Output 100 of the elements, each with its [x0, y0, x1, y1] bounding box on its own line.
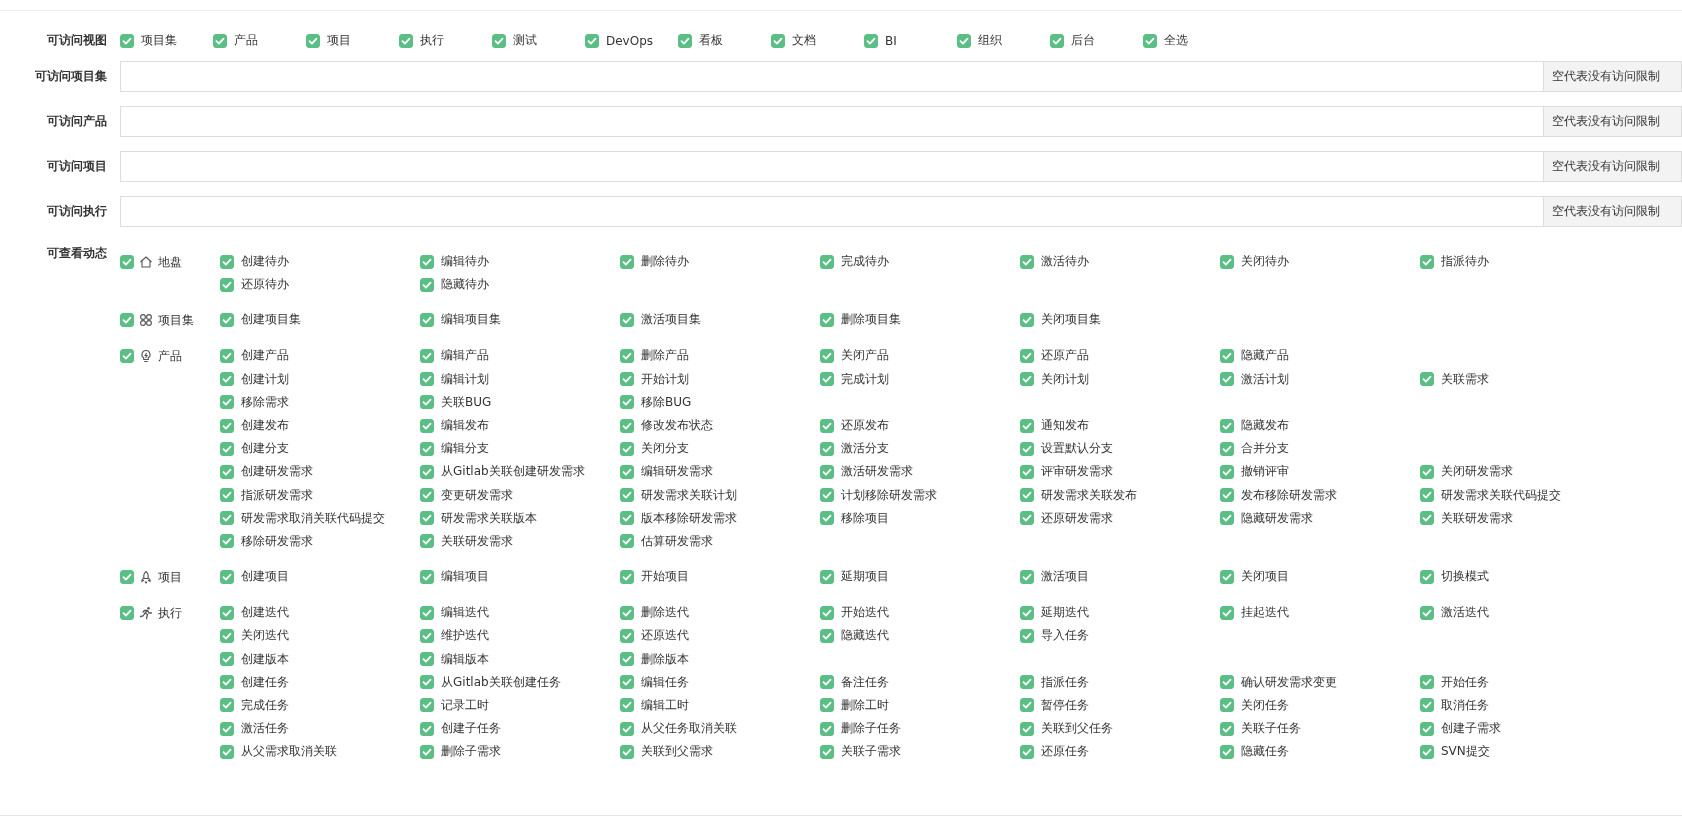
checkbox[interactable] [1020, 675, 1034, 690]
action-checkbox[interactable]: 激活项目集 [620, 311, 820, 329]
action-checkbox[interactable]: 编辑项目 [420, 568, 620, 586]
action-checkbox[interactable]: 开始项目 [620, 568, 820, 586]
action-checkbox[interactable]: 维护迭代 [420, 627, 620, 645]
checkbox[interactable] [220, 372, 234, 387]
action-checkbox[interactable]: 还原迭代 [620, 627, 820, 645]
action-checkbox[interactable]: 发布移除研发需求 [1220, 486, 1420, 504]
action-checkbox[interactable]: 移除BUG [620, 393, 820, 411]
action-checkbox[interactable]: 创建发布 [220, 417, 420, 435]
action-checkbox[interactable]: 隐藏任务 [1220, 743, 1420, 761]
input-field[interactable] [120, 196, 1543, 227]
checkbox[interactable] [820, 372, 834, 387]
checkbox[interactable] [1220, 348, 1234, 363]
action-checkbox[interactable]: 编辑研发需求 [620, 463, 820, 481]
action-checkbox[interactable]: 创建待办 [220, 253, 420, 271]
view-checkbox[interactable]: 测试 [492, 32, 585, 49]
checkbox[interactable] [820, 744, 834, 759]
checkbox[interactable] [220, 511, 234, 526]
checkbox[interactable] [1220, 418, 1234, 433]
checkbox[interactable] [1220, 254, 1234, 269]
action-checkbox[interactable]: 研发需求关联发布 [1020, 486, 1220, 504]
checkbox[interactable] [420, 652, 434, 667]
checkbox[interactable] [1220, 721, 1234, 736]
checkbox[interactable] [1220, 744, 1234, 759]
checkbox[interactable] [1143, 33, 1157, 48]
action-checkbox[interactable]: 移除项目 [820, 509, 1020, 527]
checkbox[interactable] [620, 312, 634, 327]
checkbox[interactable] [1020, 254, 1034, 269]
action-checkbox[interactable]: 编辑计划 [420, 370, 620, 388]
checkbox[interactable] [771, 33, 785, 48]
checkbox[interactable] [1420, 744, 1434, 759]
checkbox[interactable] [678, 33, 692, 48]
checkbox[interactable] [420, 534, 434, 549]
action-checkbox[interactable]: 暂停任务 [1020, 696, 1220, 714]
checkbox[interactable] [420, 348, 434, 363]
action-checkbox[interactable]: 创建分支 [220, 440, 420, 458]
input-field[interactable] [120, 151, 1543, 182]
view-checkbox[interactable]: 执行 [399, 32, 492, 49]
checkbox[interactable] [420, 441, 434, 456]
action-checkbox[interactable]: 删除待办 [620, 253, 820, 271]
action-checkbox[interactable]: 完成任务 [220, 696, 420, 714]
action-checkbox[interactable]: 隐藏迭代 [820, 627, 1020, 645]
checkbox[interactable] [120, 349, 134, 364]
action-checkbox[interactable]: 关闭任务 [1220, 696, 1420, 714]
action-checkbox[interactable]: 编辑任务 [620, 673, 820, 691]
action-checkbox[interactable]: 设置默认分支 [1020, 440, 1220, 458]
checkbox[interactable] [620, 464, 634, 479]
checkbox[interactable] [620, 348, 634, 363]
checkbox[interactable] [120, 570, 134, 585]
action-checkbox[interactable]: 关闭迭代 [220, 627, 420, 645]
checkbox[interactable] [220, 277, 234, 292]
action-checkbox[interactable]: 移除需求 [220, 393, 420, 411]
action-checkbox[interactable]: 创建版本 [220, 650, 420, 668]
checkbox[interactable] [220, 312, 234, 327]
action-checkbox[interactable]: 关联到父需求 [620, 743, 820, 761]
action-checkbox[interactable]: 关闭项目集 [1020, 311, 1220, 329]
checkbox[interactable] [220, 254, 234, 269]
input-field[interactable] [120, 61, 1543, 92]
action-checkbox[interactable]: 创建迭代 [220, 604, 420, 622]
action-checkbox[interactable]: 移除研发需求 [220, 532, 420, 550]
checkbox[interactable] [220, 534, 234, 549]
checkbox[interactable] [120, 606, 134, 621]
checkbox[interactable] [620, 488, 634, 503]
checkbox[interactable] [1220, 488, 1234, 503]
action-checkbox[interactable]: 关联需求 [1420, 370, 1620, 388]
action-checkbox[interactable]: 关联BUG [420, 393, 620, 411]
checkbox[interactable] [620, 534, 634, 549]
checkbox[interactable] [120, 33, 134, 48]
action-checkbox[interactable]: 还原产品 [1020, 347, 1220, 365]
checkbox[interactable] [620, 698, 634, 713]
action-checkbox[interactable]: 关闭研发需求 [1420, 463, 1620, 481]
action-checkbox[interactable]: 变更研发需求 [420, 486, 620, 504]
checkbox[interactable] [620, 675, 634, 690]
checkbox[interactable] [820, 628, 834, 643]
checkbox[interactable] [306, 33, 320, 48]
action-checkbox[interactable]: 编辑产品 [420, 347, 620, 365]
action-checkbox[interactable]: 激活待办 [1020, 253, 1220, 271]
view-checkbox[interactable]: 文档 [771, 32, 864, 49]
action-checkbox[interactable]: 估算研发需求 [620, 532, 820, 550]
checkbox[interactable] [1420, 372, 1434, 387]
action-checkbox[interactable]: SVN提交 [1420, 743, 1620, 761]
action-checkbox[interactable]: 评审研发需求 [1020, 463, 1220, 481]
checkbox[interactable] [420, 464, 434, 479]
checkbox[interactable] [620, 395, 634, 410]
action-checkbox[interactable]: 激活项目 [1020, 568, 1220, 586]
checkbox[interactable] [120, 313, 134, 328]
checkbox[interactable] [1020, 348, 1034, 363]
action-checkbox[interactable]: 激活计划 [1220, 370, 1420, 388]
action-checkbox[interactable]: 通知发布 [1020, 417, 1220, 435]
checkbox[interactable] [213, 33, 227, 48]
action-checkbox[interactable]: 创建子任务 [420, 720, 620, 738]
checkbox[interactable] [492, 33, 506, 48]
checkbox[interactable] [1420, 464, 1434, 479]
action-checkbox[interactable]: 从Gitlab关联创建研发需求 [420, 463, 620, 481]
checkbox[interactable] [1020, 464, 1034, 479]
checkbox[interactable] [1020, 418, 1034, 433]
checkbox[interactable] [420, 605, 434, 620]
action-checkbox[interactable]: 激活迭代 [1420, 604, 1620, 622]
action-checkbox[interactable]: 编辑发布 [420, 417, 620, 435]
